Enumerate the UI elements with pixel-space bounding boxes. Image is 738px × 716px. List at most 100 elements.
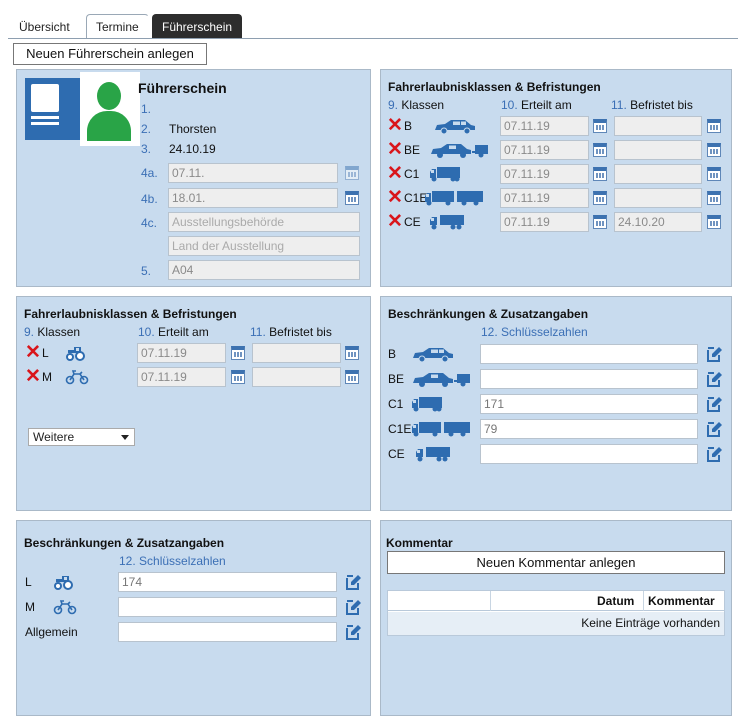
key-number-input[interactable]: 171 xyxy=(480,394,698,414)
field-3-value: 24.10.19 xyxy=(169,142,216,156)
tab-divider xyxy=(8,38,738,39)
restriction-code: Allgemein xyxy=(25,625,78,639)
vehicle-b-icon xyxy=(411,346,455,365)
calendar-icon[interactable] xyxy=(593,191,607,205)
vehicle-be-icon xyxy=(429,142,489,161)
vehicle-l-icon xyxy=(53,574,75,593)
edit-icon[interactable] xyxy=(345,574,362,591)
issued-input[interactable]: 07.11.19 xyxy=(137,367,226,387)
calendar-icon[interactable] xyxy=(593,119,607,133)
class-code: C1 xyxy=(404,167,420,181)
vehicle-ce-icon xyxy=(429,214,465,233)
issued-input[interactable]: 07.11.19 xyxy=(500,164,589,184)
edit-icon[interactable] xyxy=(345,599,362,616)
new-license-button[interactable]: Neuen Führerschein anlegen xyxy=(13,43,207,65)
key-number-input[interactable]: 79 xyxy=(480,419,698,439)
delete-icon[interactable]: ✕ xyxy=(25,343,41,362)
table-header: Datum Kommentar xyxy=(388,591,724,611)
header-issued: 10. Erteilt am xyxy=(501,98,572,112)
calendar-icon[interactable] xyxy=(707,143,721,157)
calendar-icon[interactable] xyxy=(707,167,721,181)
class-code: BE xyxy=(404,143,421,157)
edit-icon[interactable] xyxy=(706,446,723,463)
issued-input[interactable]: 07.11.19 xyxy=(137,343,226,363)
key-number-input[interactable] xyxy=(118,622,337,642)
field-4b-input[interactable]: 18.01. xyxy=(168,188,338,208)
issued-input[interactable]: 07.11.19 xyxy=(500,188,589,208)
restrictions-subtitle: 12. Schlüsselzahlen xyxy=(481,325,588,339)
key-number-input[interactable] xyxy=(480,344,698,364)
restriction-code: C1 xyxy=(388,397,404,411)
class-code: B xyxy=(404,119,413,133)
vehicle-m-icon xyxy=(65,369,89,388)
restriction-code: M xyxy=(25,600,35,614)
calendar-icon[interactable] xyxy=(707,191,721,205)
issued-input[interactable]: 07.11.19 xyxy=(500,116,589,136)
class-code: M xyxy=(42,370,52,384)
delete-icon[interactable]: ✕ xyxy=(387,140,403,159)
calendar-icon[interactable] xyxy=(345,166,359,180)
field-4a-input[interactable]: 07.11. xyxy=(168,163,338,183)
calendar-icon[interactable] xyxy=(593,167,607,181)
issued-input[interactable]: 07.11.19 xyxy=(500,140,589,160)
calendar-icon[interactable] xyxy=(707,119,721,133)
column-date[interactable]: Datum xyxy=(597,594,634,608)
tab-overview[interactable]: Übersicht xyxy=(9,14,80,39)
calendar-icon[interactable] xyxy=(593,215,607,229)
restriction-code: CE xyxy=(388,447,405,461)
key-number-input[interactable] xyxy=(118,597,337,617)
vehicle-ce-icon xyxy=(415,446,451,465)
comment-title: Kommentar xyxy=(386,536,453,550)
header-issued: 10. Erteilt am xyxy=(138,325,209,339)
calendar-icon[interactable] xyxy=(345,346,359,360)
restriction-code: B xyxy=(388,347,397,361)
delete-icon[interactable]: ✕ xyxy=(25,367,41,386)
calendar-icon[interactable] xyxy=(345,370,359,384)
classes-title: Fahrerlaubnisklassen & Befristungen xyxy=(388,80,601,94)
restriction-code: BE xyxy=(388,372,405,386)
edit-icon[interactable] xyxy=(706,346,723,363)
classes-panel-1: Fahrerlaubnisklassen & Befristungen 9. K… xyxy=(380,69,732,287)
expires-input[interactable] xyxy=(614,116,702,136)
expires-input[interactable] xyxy=(614,164,702,184)
calendar-icon[interactable] xyxy=(231,370,245,384)
edit-icon[interactable] xyxy=(706,421,723,438)
edit-icon[interactable] xyxy=(706,371,723,388)
tab-license[interactable]: Führerschein xyxy=(152,14,243,39)
new-comment-button[interactable]: Neuen Kommentar anlegen xyxy=(387,551,725,574)
expires-input[interactable] xyxy=(614,188,702,208)
issued-input[interactable]: 07.11.19 xyxy=(500,212,589,232)
issuing-authority-input[interactable]: Ausstellungsbehörde xyxy=(168,212,360,232)
expires-input[interactable] xyxy=(252,367,341,387)
vehicle-c1-icon xyxy=(429,166,461,185)
classes-panel-2: Fahrerlaubnisklassen & Befristungen 9. K… xyxy=(16,296,371,511)
issuing-country-input[interactable]: Land der Ausstellung xyxy=(168,236,360,256)
key-number-input[interactable]: 174 xyxy=(118,572,337,592)
expires-input[interactable] xyxy=(252,343,341,363)
vehicle-b-icon xyxy=(433,118,477,137)
expires-input[interactable]: 24.10.20 xyxy=(614,212,702,232)
edit-icon[interactable] xyxy=(706,396,723,413)
restrictions-title: Beschränkungen & Zusatzangaben xyxy=(24,536,225,550)
license-title: Führerschein xyxy=(138,80,227,96)
more-classes-select[interactable]: Weitere xyxy=(28,428,135,446)
column-comment[interactable]: Kommentar xyxy=(648,594,715,608)
license-card-icon xyxy=(25,72,140,146)
delete-icon[interactable]: ✕ xyxy=(387,212,403,231)
field-5-input[interactable]: A04 xyxy=(168,260,360,280)
key-number-input[interactable] xyxy=(480,444,698,464)
delete-icon[interactable]: ✕ xyxy=(387,116,403,135)
header-classes: 9. Klassen xyxy=(388,98,445,112)
edit-icon[interactable] xyxy=(345,624,362,641)
tab-appointments[interactable]: Termine xyxy=(86,14,149,39)
delete-icon[interactable]: ✕ xyxy=(387,188,403,207)
header-classes: 9. Klassen xyxy=(24,325,81,339)
expires-input[interactable] xyxy=(614,140,702,160)
delete-icon[interactable]: ✕ xyxy=(387,164,403,183)
vehicle-l-icon xyxy=(65,345,87,364)
calendar-icon[interactable] xyxy=(231,346,245,360)
calendar-icon[interactable] xyxy=(707,215,721,229)
key-number-input[interactable] xyxy=(480,369,698,389)
calendar-icon[interactable] xyxy=(345,191,359,205)
calendar-icon[interactable] xyxy=(593,143,607,157)
